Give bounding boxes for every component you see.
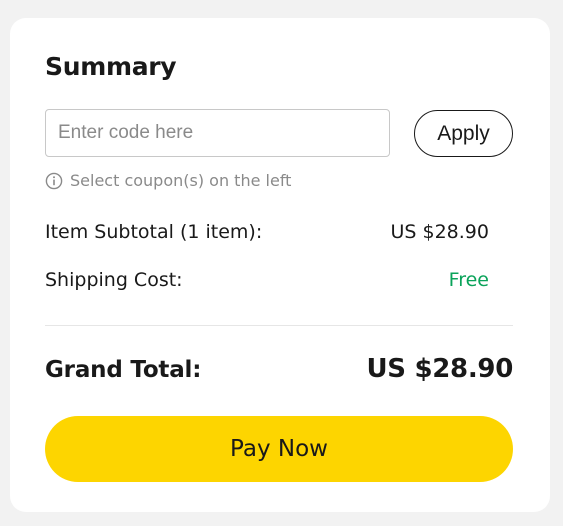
apply-coupon-button[interactable]: Apply xyxy=(414,110,513,157)
coupon-hint-text: Select coupon(s) on the left xyxy=(70,171,292,190)
summary-title: Summary xyxy=(45,52,177,81)
pay-now-button[interactable]: Pay Now xyxy=(45,416,513,482)
grand-total-label: Grand Total: xyxy=(45,357,202,383)
subtotal-value: US $28.90 xyxy=(390,221,490,243)
coupon-hint: Select coupon(s) on the left xyxy=(45,171,291,190)
summary-card: Summary Apply Select coupon(s) on the le… xyxy=(10,18,550,512)
subtotal-label: Item Subtotal (1 item): xyxy=(45,221,263,243)
grand-total-value: US $28.90 xyxy=(366,354,513,384)
coupon-code-input[interactable] xyxy=(45,109,390,157)
shipping-value: Free xyxy=(448,269,489,291)
shipping-label: Shipping Cost: xyxy=(45,269,183,291)
divider xyxy=(45,325,513,326)
info-icon xyxy=(45,172,63,189)
